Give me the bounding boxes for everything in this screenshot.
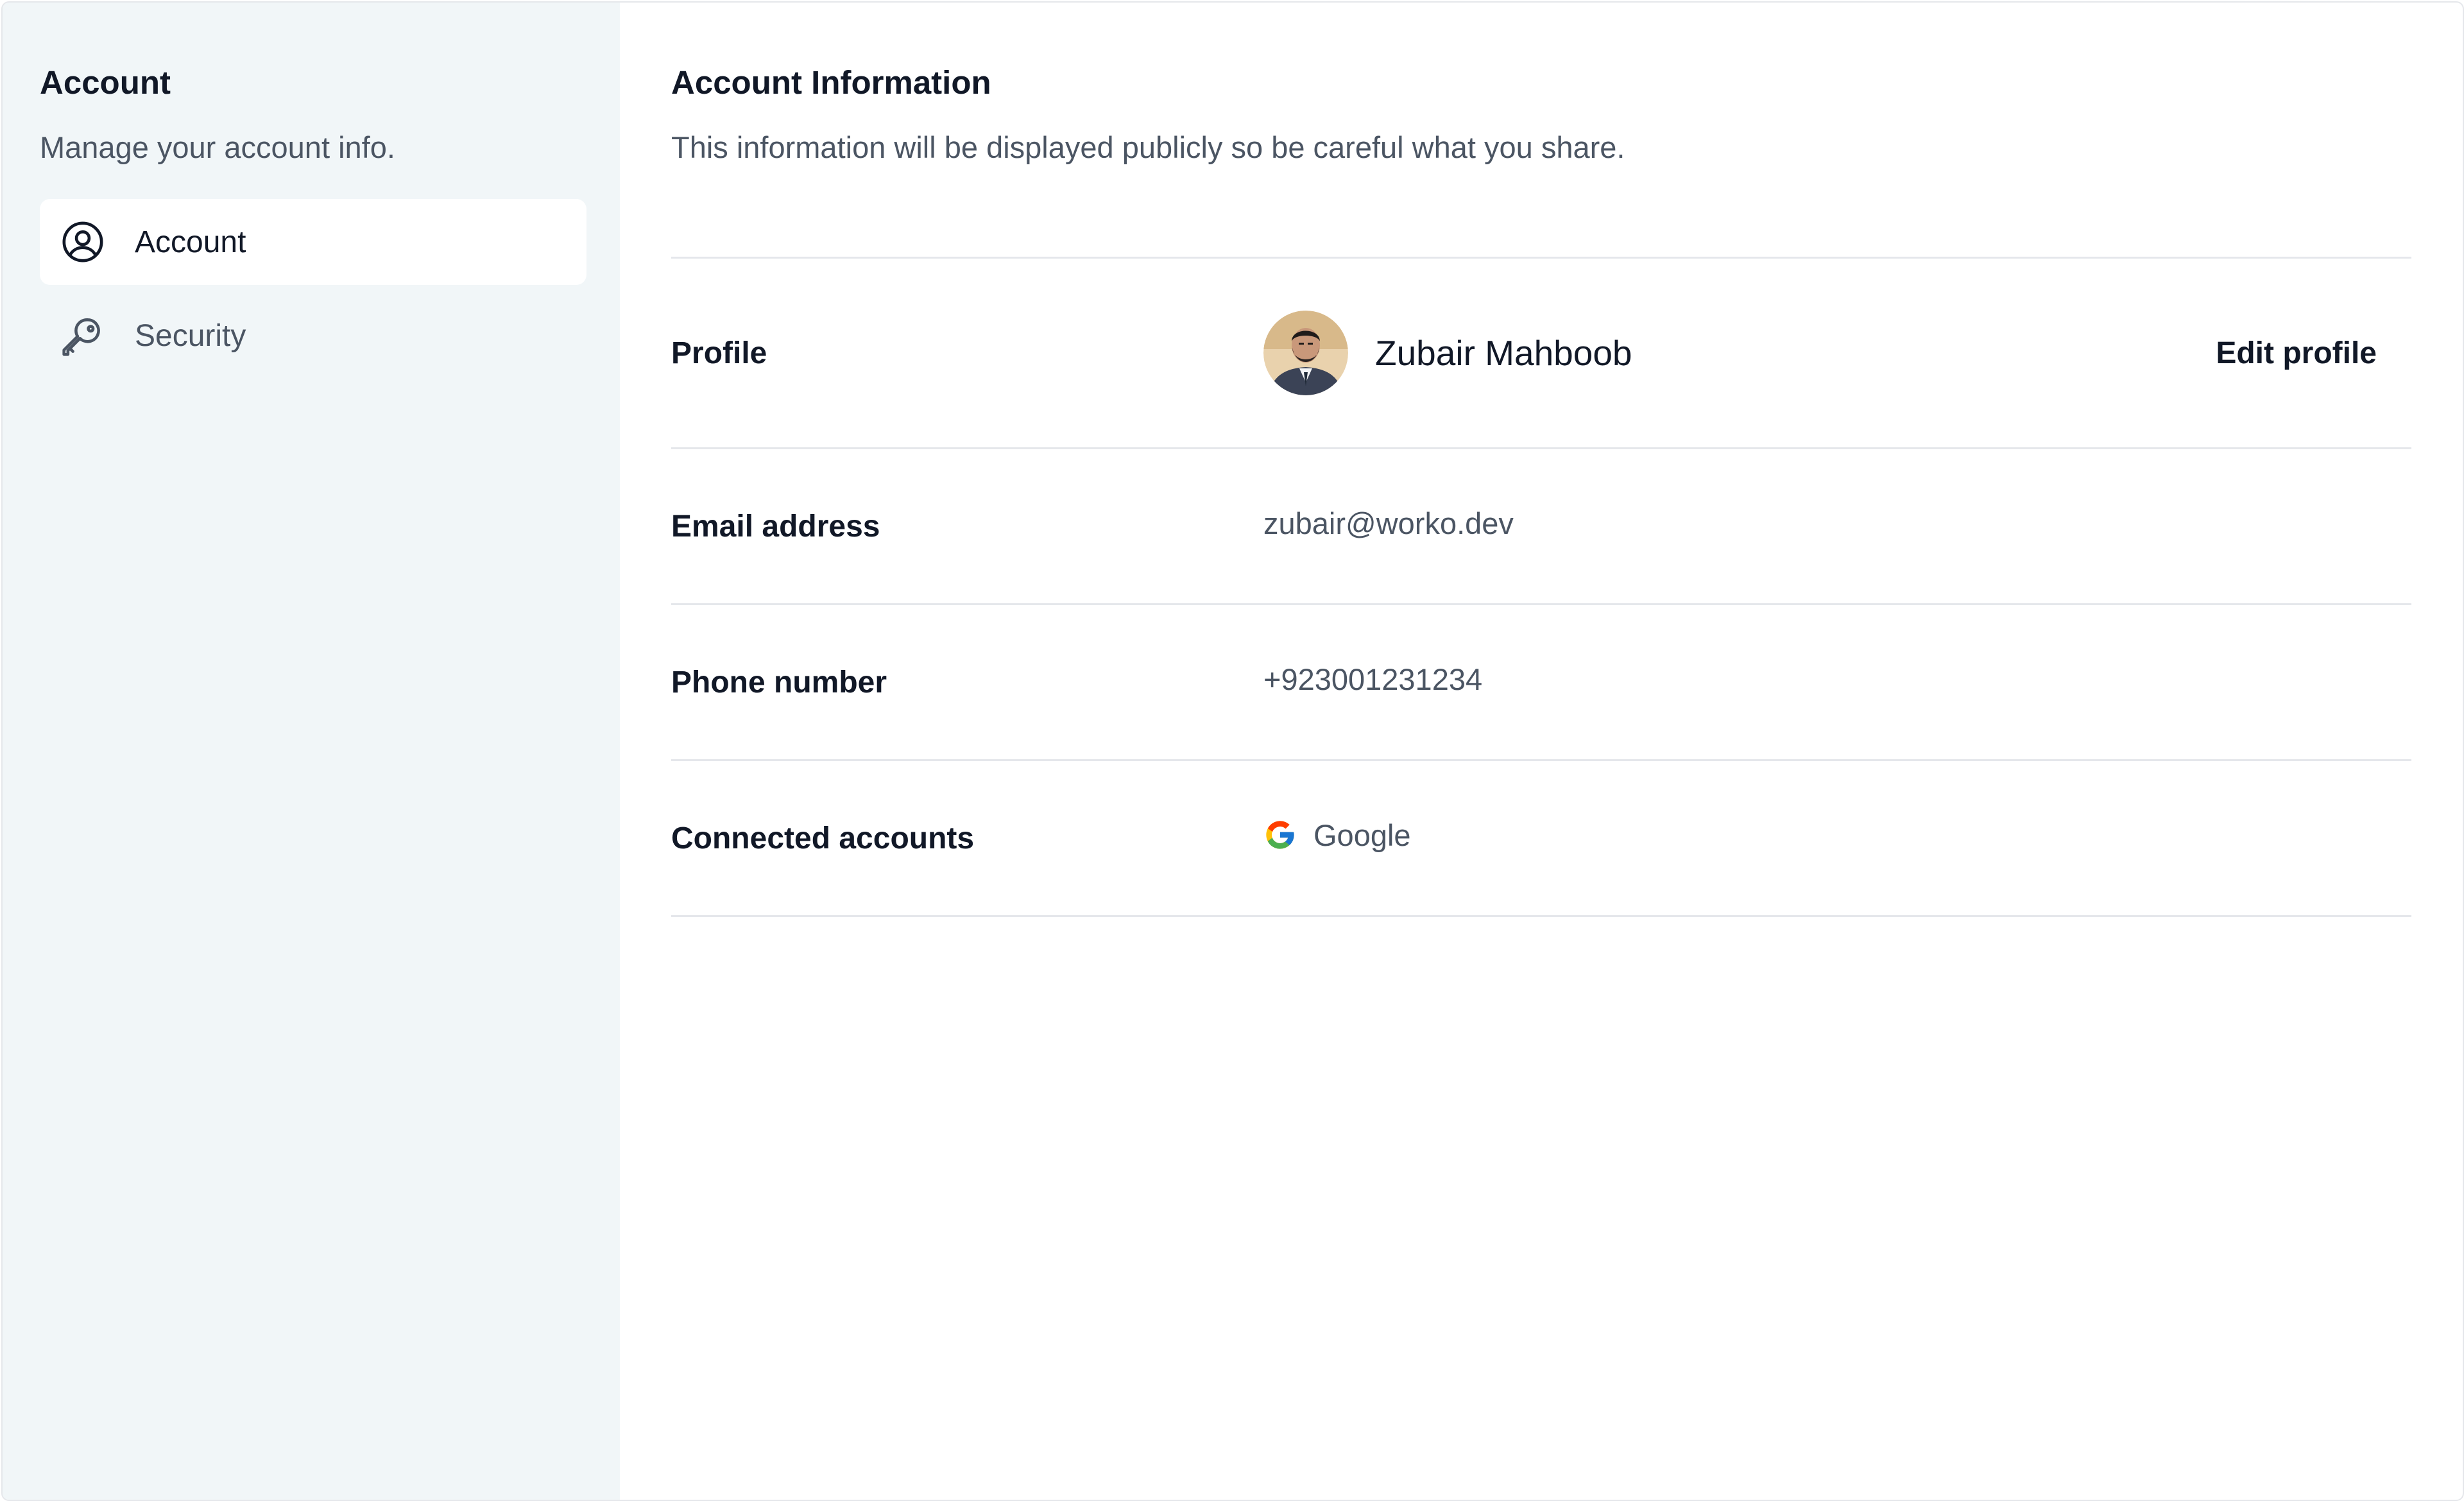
sidebar: Account Manage your account info. Accoun… [3,3,620,1500]
page-title: Account Information [671,64,991,101]
google-icon [1263,818,1297,852]
connected-account-name: Google [1313,818,1411,852]
connected-account-item[interactable]: Google [1263,818,2411,853]
page-subtitle: This information will be displayed publi… [671,130,1625,164]
phone-value: +923001231234 [1263,662,1483,696]
email-label: Email address [671,509,880,544]
connected-accounts-row: Connected accounts Google [671,761,2411,917]
profile-name: Zubair Mahboob [1375,333,1632,373]
email-value: zubair@worko.dev [1263,506,1514,540]
sidebar-item-account[interactable]: Account [40,199,586,285]
account-settings-window: Account Manage your account info. Accoun… [1,1,2464,1501]
sidebar-item-label: Security [135,318,246,353]
phone-row: Phone number +923001231234 [671,605,2411,761]
key-icon [59,312,107,359]
sidebar-title: Account [40,64,171,101]
profile-label: Profile [671,336,767,370]
edit-profile-button[interactable]: Edit profile [2216,336,2377,371]
profile-value: Zubair Mahboob Edit profile [1263,311,2411,395]
phone-label: Phone number [671,665,887,699]
avatar [1263,311,1348,395]
sidebar-subtitle: Manage your account info. [40,130,395,164]
email-row: Email address zubair@worko.dev [671,449,2411,605]
account-info-table: Profile Zubair Mahboob Edit profile Emai… [671,257,2411,917]
sidebar-item-label: Account [135,225,246,259]
main-panel: Account Information This information wil… [620,3,2463,1500]
connected-accounts-label: Connected accounts [671,821,975,855]
profile-row: Profile Zubair Mahboob Edit profile [671,259,2411,449]
sidebar-nav: Account Security [40,199,586,379]
user-circle-icon [59,218,107,266]
sidebar-item-security[interactable]: Security [40,293,586,379]
